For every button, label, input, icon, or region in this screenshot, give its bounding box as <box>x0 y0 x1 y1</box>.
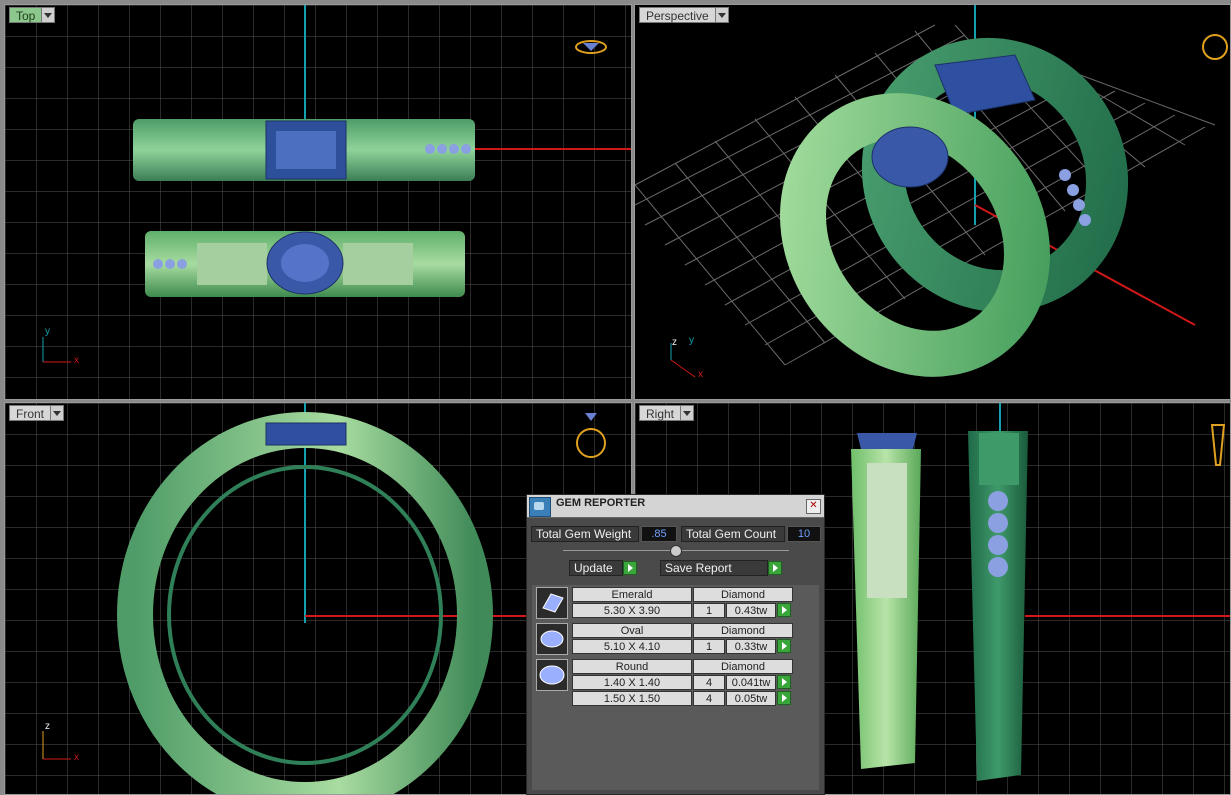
total-gem-weight-label: Total Gem Weight <box>531 526 639 542</box>
viewport-right-label[interactable]: Right <box>639 405 695 421</box>
gem-size: 5.10 X 4.10 <box>572 639 692 654</box>
save-report-button[interactable]: Save Report <box>660 560 768 576</box>
gem-material: Diamond <box>693 659 793 674</box>
round-cut-icon <box>536 659 568 691</box>
gem-count: 4 <box>693 675 725 690</box>
close-icon[interactable]: ✕ <box>806 499 821 514</box>
gem-weight: 0.041tw <box>726 675 776 690</box>
gem-list: Emerald Diamond 5.30 X 3.90 1 0.43tw Ova… <box>532 585 819 790</box>
axis-y-label: y <box>45 326 50 337</box>
chevron-down-icon <box>717 12 726 18</box>
viewport-top-label[interactable]: Top <box>9 7 56 23</box>
viewport-perspective-canvas <box>635 5 1228 378</box>
viewport-top[interactable]: Top y x <box>4 4 632 400</box>
gem-select-play-icon[interactable] <box>777 675 791 689</box>
viewport-perspective-label[interactable]: Perspective <box>639 7 729 23</box>
gem-select-play-icon[interactable] <box>777 691 791 705</box>
update-play-icon[interactable] <box>623 561 637 575</box>
gem-count: 4 <box>693 691 725 706</box>
total-gem-count-value: 10 <box>787 526 821 542</box>
gem-select-play-icon[interactable] <box>777 639 791 653</box>
viewport-perspective-dropdown[interactable] <box>714 7 729 23</box>
gem-cut: Emerald <box>572 587 692 602</box>
emerald-cut-icon <box>536 587 568 619</box>
axis-x-label: x <box>698 369 703 380</box>
gem-count: 1 <box>693 603 725 618</box>
gem-weight: 0.05tw <box>726 691 776 706</box>
chevron-down-icon <box>53 410 62 416</box>
gem-material: Diamond <box>693 587 793 602</box>
gem-weight: 0.43tw <box>726 603 776 618</box>
save-report-play-icon[interactable] <box>768 561 782 575</box>
viewport-top-name: Top <box>9 7 42 23</box>
splitter-handle-icon[interactable] <box>670 545 682 557</box>
viewport-right-name: Right <box>639 405 681 421</box>
axis-x-label: x <box>74 752 79 763</box>
viewport-perspective-name: Perspective <box>639 7 715 23</box>
viewport-top-dropdown[interactable] <box>41 7 56 23</box>
viewport-front-label[interactable]: Front <box>9 405 65 421</box>
axis-z-label: z <box>672 337 677 348</box>
gem-size: 5.30 X 3.90 <box>572 603 692 618</box>
axis-y-label: y <box>689 335 694 346</box>
gem-reporter-panel[interactable]: GEM REPORTER ✕ Total Gem Weight .85 Tota… <box>526 494 825 795</box>
chevron-down-icon <box>44 12 53 18</box>
total-gem-weight-value: .85 <box>641 526 677 542</box>
axis-x-label: x <box>74 355 79 366</box>
viewport-front-dropdown[interactable] <box>50 405 65 421</box>
gem-weight: 0.33tw <box>726 639 776 654</box>
gem-reporter-title: GEM REPORTER <box>556 497 646 509</box>
gem-select-play-icon[interactable] <box>777 603 791 617</box>
gem-reporter-icon <box>529 497 551 517</box>
chevron-down-icon <box>683 410 692 416</box>
viewport-right-dropdown[interactable] <box>680 405 695 421</box>
viewport-perspective[interactable]: Perspective z y x <box>634 4 1231 400</box>
gem-cut: Oval <box>572 623 692 638</box>
gem-count: 1 <box>693 639 725 654</box>
gem-material: Diamond <box>693 623 793 638</box>
update-button[interactable]: Update <box>569 560 623 576</box>
total-gem-count-label: Total Gem Count <box>681 526 785 542</box>
ring-orientation-icon-perspective <box>1202 34 1228 60</box>
gem-cut: Round <box>572 659 692 674</box>
viewport-top-canvas <box>5 5 631 399</box>
gem-size: 1.50 X 1.50 <box>572 691 692 706</box>
gem-size: 1.40 X 1.40 <box>572 675 692 690</box>
axis-z-label: z <box>45 721 50 732</box>
gem-reporter-titlebar[interactable]: GEM REPORTER ✕ <box>527 495 824 518</box>
viewport-front-name: Front <box>9 405 51 421</box>
oval-cut-icon <box>536 623 568 655</box>
